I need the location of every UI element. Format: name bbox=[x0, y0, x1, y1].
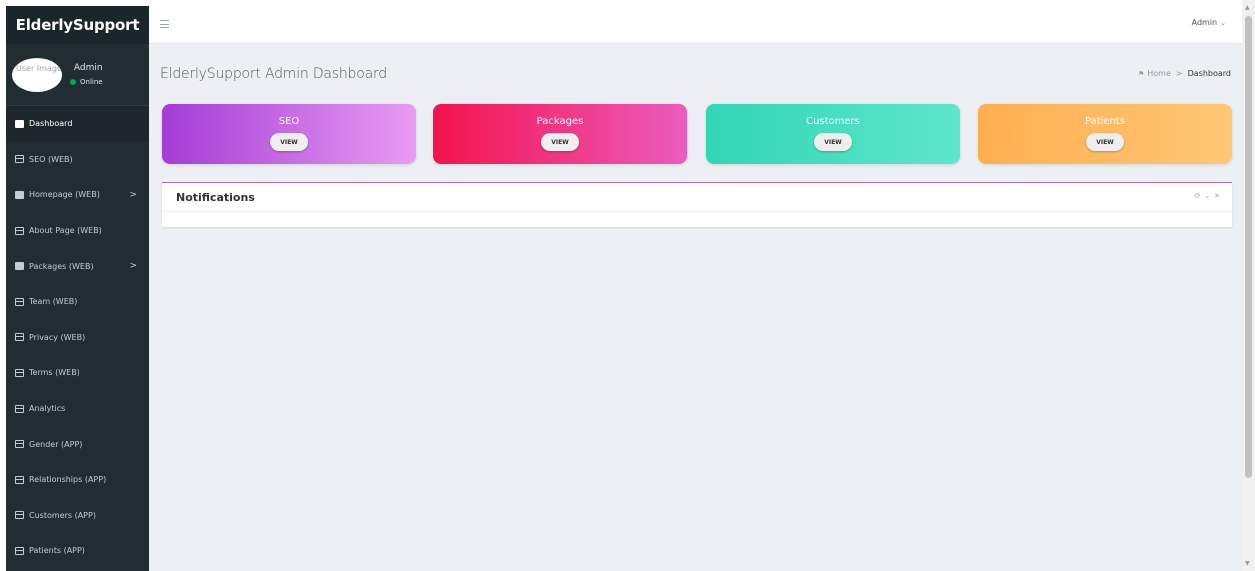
sidebar-item-label: Patients (APP) bbox=[29, 546, 85, 556]
user-status-label: Online bbox=[80, 78, 103, 86]
seo-card: SEO VIEW bbox=[162, 104, 416, 164]
chevron-down-icon: ⌄ bbox=[1220, 19, 1226, 27]
sidebar-item-label: Relationships (APP) bbox=[29, 475, 107, 485]
card-title: SEO bbox=[278, 116, 300, 127]
breadcrumb-current: Dashboard bbox=[1187, 69, 1231, 78]
sidebar-item-label: Privacy (WEB) bbox=[29, 332, 86, 342]
panel-header: Notifications bbox=[162, 183, 1232, 212]
sidebar-item-homepage-web[interactable]: Homepage (WEB) > bbox=[6, 177, 149, 213]
sidebar-menu: Dashboard SEO (WEB) Homepage (WEB) > Abo… bbox=[6, 106, 149, 569]
sidebar-item-privacy-web[interactable]: Privacy (WEB) bbox=[6, 320, 149, 356]
avatar: User Image bbox=[12, 57, 62, 92]
scroll-down-arrow-icon[interactable]: ▼ bbox=[1245, 560, 1250, 567]
user-panel: User Image Admin Online bbox=[6, 44, 149, 106]
customers-view-button[interactable]: VIEW bbox=[814, 133, 852, 151]
page-title: ElderlySupport Admin Dashboard bbox=[160, 66, 387, 82]
brand-logo[interactable]: ElderlySupport bbox=[6, 6, 149, 44]
sidebar-item-packages-web[interactable]: Packages (WEB) > bbox=[6, 248, 149, 284]
patients-card: Patients VIEW bbox=[978, 104, 1232, 164]
user-dropdown[interactable]: Admin ⌄ bbox=[1192, 18, 1226, 27]
sidebar-item-analytics[interactable]: Analytics bbox=[6, 391, 149, 427]
user-dropdown-label: Admin bbox=[1191, 18, 1218, 27]
close-icon[interactable]: ✕ bbox=[1214, 192, 1220, 200]
table-icon bbox=[15, 333, 24, 342]
vertical-scrollbar[interactable]: ▲ ▼ bbox=[1242, 0, 1255, 571]
sidebar-item-label: Dashboard bbox=[29, 119, 73, 129]
dashboard-icon bbox=[15, 119, 24, 128]
sidebar-item-label: SEO (WEB) bbox=[29, 154, 73, 164]
card-title: Patients bbox=[1084, 116, 1126, 127]
sidebar-item-label: Customers (APP) bbox=[29, 510, 96, 520]
packages-card: Packages VIEW bbox=[433, 104, 687, 164]
sidebar-item-terms-web[interactable]: Terms (WEB) bbox=[6, 355, 149, 391]
table-icon bbox=[15, 546, 24, 555]
packages-view-button[interactable]: VIEW bbox=[541, 133, 579, 151]
breadcrumb-separator: > bbox=[1175, 69, 1183, 78]
chevron-right-icon: > bbox=[129, 261, 137, 272]
customers-card: Customers VIEW bbox=[706, 104, 960, 164]
breadcrumb: ⚑ Home > Dashboard bbox=[1138, 69, 1231, 78]
breadcrumb-home-link[interactable]: Home bbox=[1147, 69, 1171, 78]
sidebar-item-label: Analytics bbox=[29, 404, 66, 414]
table-icon bbox=[15, 155, 24, 164]
panel-tools: ⟳ ⌄ ✕ bbox=[1194, 192, 1220, 200]
chevron-right-icon: > bbox=[129, 189, 137, 200]
notifications-panel: Notifications ⟳ ⌄ ✕ bbox=[162, 182, 1232, 227]
card-title: Packages bbox=[536, 116, 584, 127]
user-info: Admin Online bbox=[70, 63, 103, 86]
user-status: Online bbox=[70, 78, 103, 86]
sidebar-item-label: Packages (WEB) bbox=[29, 261, 94, 271]
home-icon: ⚑ bbox=[1137, 69, 1145, 78]
card-title: Customers bbox=[806, 116, 860, 127]
table-icon bbox=[15, 297, 24, 306]
scroll-up-arrow-icon[interactable]: ▲ bbox=[1245, 4, 1250, 11]
sidebar-item-team-web[interactable]: Team (WEB) bbox=[6, 284, 149, 320]
sidebar-item-label: About Page (WEB) bbox=[29, 226, 102, 236]
table-icon bbox=[15, 511, 24, 520]
book-icon bbox=[15, 262, 24, 271]
table-icon bbox=[15, 226, 24, 235]
top-navbar: Admin ⌄ bbox=[149, 6, 1242, 44]
sidebar-item-label: Homepage (WEB) bbox=[29, 190, 100, 200]
sidebar-item-relationships-app[interactable]: Relationships (APP) bbox=[6, 462, 149, 498]
panel-title: Notifications bbox=[176, 190, 255, 204]
seo-view-button[interactable]: VIEW bbox=[270, 133, 308, 151]
patients-view-button[interactable]: VIEW bbox=[1086, 133, 1124, 151]
chevron-down-icon[interactable]: ⌄ bbox=[1204, 192, 1210, 200]
sidebar: ElderlySupport User Image Admin Online D… bbox=[6, 6, 149, 571]
table-icon bbox=[15, 440, 24, 449]
online-status-dot-icon bbox=[70, 79, 76, 85]
sidebar-item-gender-app[interactable]: Gender (APP) bbox=[6, 426, 149, 462]
book-icon bbox=[15, 190, 24, 199]
table-icon bbox=[15, 404, 24, 413]
table-icon bbox=[15, 475, 24, 484]
sidebar-item-seo-web[interactable]: SEO (WEB) bbox=[6, 142, 149, 178]
sidebar-item-label: Gender (APP) bbox=[29, 439, 83, 449]
sidebar-item-label: Terms (WEB) bbox=[29, 368, 80, 378]
hamburger-menu-icon[interactable] bbox=[160, 20, 169, 28]
sidebar-item-about-page-web[interactable]: About Page (WEB) bbox=[6, 213, 149, 249]
table-icon bbox=[15, 368, 24, 377]
user-name: Admin bbox=[73, 63, 103, 73]
sidebar-item-patients-app[interactable]: Patients (APP) bbox=[6, 533, 149, 569]
main-content: ElderlySupport Admin Dashboard ⚑ Home > … bbox=[149, 44, 1242, 571]
scrollbar-thumb[interactable] bbox=[1245, 16, 1252, 478]
refresh-icon[interactable]: ⟳ bbox=[1194, 192, 1200, 200]
sidebar-item-label: Team (WEB) bbox=[29, 297, 78, 307]
sidebar-item-customers-app[interactable]: Customers (APP) bbox=[6, 498, 149, 534]
sidebar-item-dashboard[interactable]: Dashboard bbox=[6, 106, 149, 142]
